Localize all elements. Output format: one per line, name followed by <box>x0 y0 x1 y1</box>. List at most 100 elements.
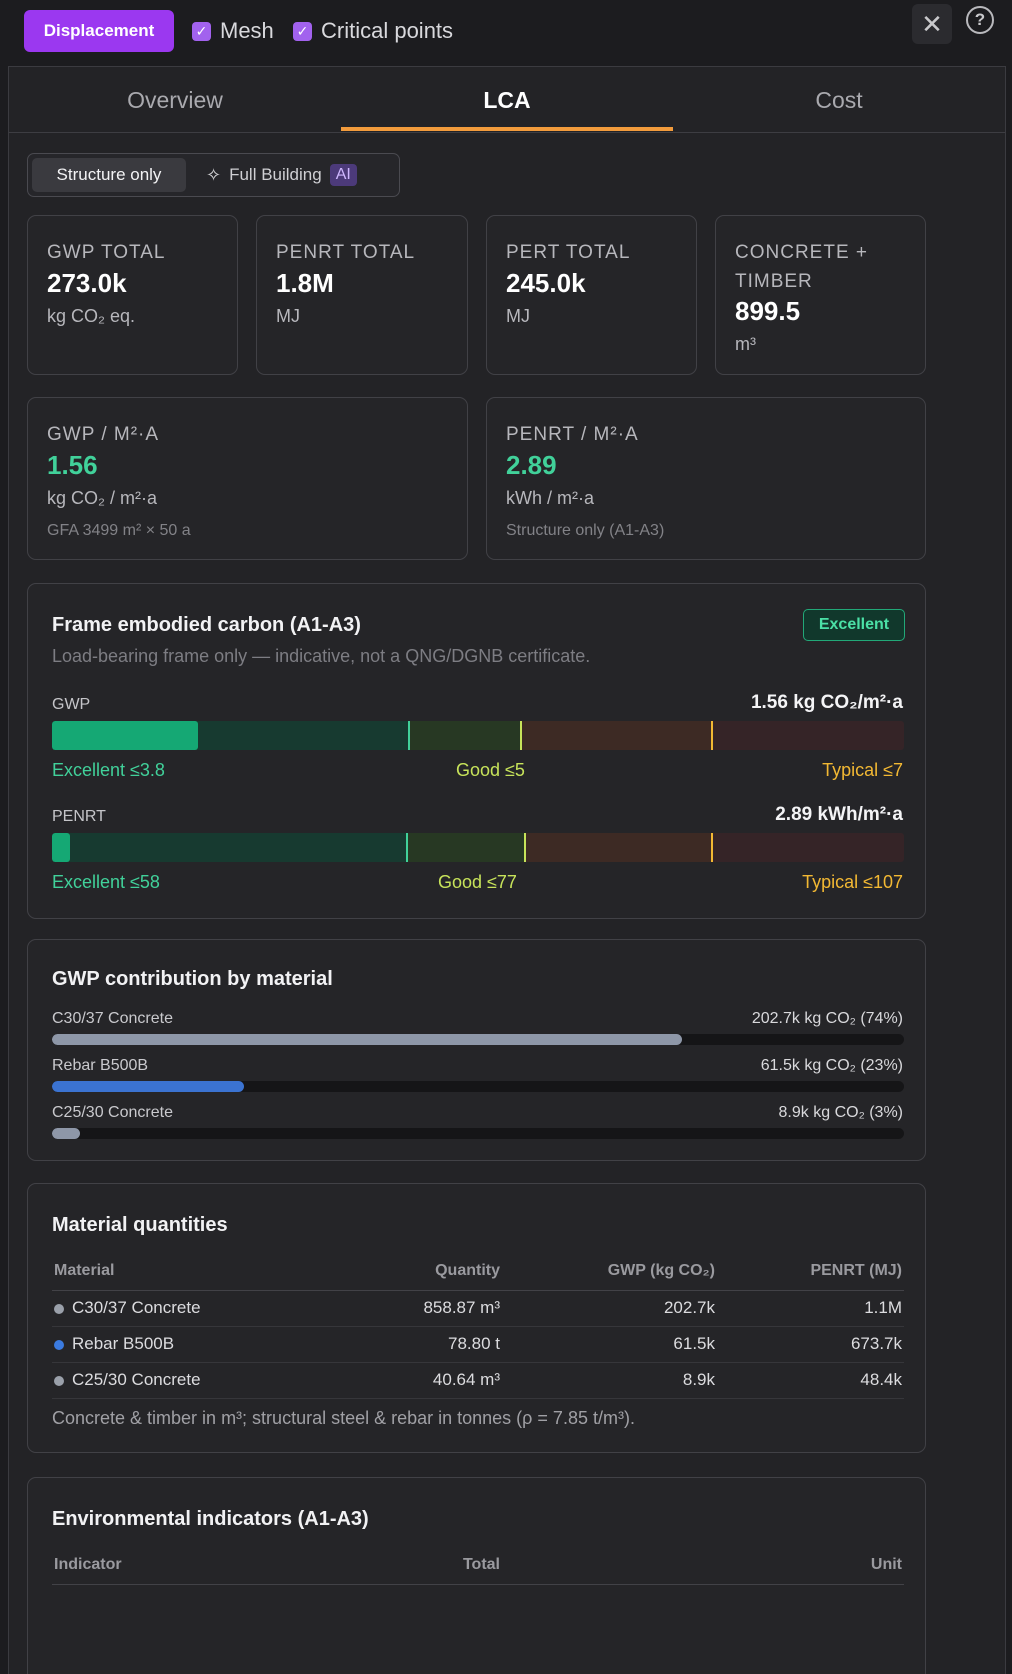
excellent-zone <box>52 833 408 862</box>
material-bar-fill <box>52 1034 683 1045</box>
penrt-bar-value: 2.89 kWh/m²·a <box>775 804 903 825</box>
tab-bar: Overview LCA Cost <box>9 67 1005 133</box>
good-threshold-label: Good ≤77 <box>438 872 517 892</box>
material-quantities-table: Material Quantity GWP (kg CO₂) PENRT (MJ… <box>52 1252 904 1399</box>
intensity-note: Structure only (A1-A3) <box>506 522 665 539</box>
kpi-label: PENRT TOTAL <box>276 242 416 263</box>
intensity-card-gwp: GWP / M²·A 1.56 kg CO₂ / m²·a GFA 3499 m… <box>27 397 468 560</box>
penrt-cell: 48.4k <box>717 1362 904 1399</box>
table-row: Rebar B500B 78.80 t 61.5k 673.7k <box>52 1326 904 1363</box>
tab-lca[interactable]: LCA <box>341 67 673 133</box>
full-building-option[interactable]: ✧ Full Building AI <box>206 158 357 192</box>
intensity-label: PENRT / M²·A <box>506 424 639 445</box>
material-cell: C25/30 Concrete <box>52 1362 352 1399</box>
top-toolbar: Displacement ✓ Mesh ✓ Critical points ✕ … <box>0 0 1012 66</box>
frame-carbon-card: Frame embodied carbon (A1-A3) Excellent … <box>27 583 926 919</box>
close-icon[interactable]: ✕ <box>912 4 952 44</box>
checkmark-icon: ✓ <box>192 21 211 41</box>
kpi-card-pert-total: PERT TOTAL 245.0k MJ <box>486 215 697 375</box>
excellent-threshold-tick <box>406 833 409 862</box>
material-bar <box>52 1081 904 1092</box>
structure-only-option[interactable]: Structure only <box>32 158 186 192</box>
environmental-indicators-title: Environmental indicators (A1-A3) <box>52 1508 369 1530</box>
excellent-threshold-label: Excellent ≤3.8 <box>52 760 165 780</box>
good-zone <box>407 833 525 862</box>
table-row: C30/37 Concrete 858.87 m³ 202.7k 1.1M <box>52 1290 904 1327</box>
material-quantities-title: Material quantities <box>52 1214 228 1236</box>
quantity-cell: 40.64 m³ <box>352 1362 502 1399</box>
material-name: C30/37 Concrete <box>72 1298 201 1317</box>
table-header-row: Material Quantity GWP (kg CO₂) PENRT (MJ… <box>52 1252 904 1291</box>
penrt-value-fill <box>52 833 70 862</box>
column-header: Quantity <box>352 1252 502 1291</box>
material-color-dot <box>54 1339 64 1350</box>
material-color-dot <box>54 1375 64 1386</box>
typical-threshold-label: Typical ≤107 <box>802 872 903 892</box>
material-quantities-card: Material quantities Material Quantity GW… <box>27 1183 926 1453</box>
penrt-cell: 673.7k <box>717 1326 904 1363</box>
tab-cost[interactable]: Cost <box>673 67 1005 133</box>
sparkle-icon: ✧ <box>206 164 222 185</box>
gwp-bar-label: GWP <box>52 696 91 713</box>
kpi-unit: MJ <box>276 306 300 326</box>
kpi-card-concrete-timber: CONCRETE + TIMBER 899.5 m³ <box>715 215 926 375</box>
intensity-note: GFA 3499 m² × 50 a <box>47 522 191 539</box>
penrt-benchmark-bar <box>52 833 904 862</box>
intensity-value: 2.89 <box>506 450 557 480</box>
material-bar-fill <box>52 1128 81 1139</box>
gwp-bar-value: 1.56 kg CO₂/m²·a <box>750 692 903 713</box>
kpi-label: CONCRETE + TIMBER <box>735 242 868 292</box>
critical-points-label: Critical points <box>321 18 454 43</box>
gwp-cell: 202.7k <box>502 1290 717 1327</box>
material-value: 8.9k kg CO₂ (3%) <box>778 1104 903 1121</box>
critical-points-checkbox[interactable]: ✓ Critical points <box>293 16 453 46</box>
full-building-label: Full Building <box>229 165 322 184</box>
material-label: C30/37 Concrete <box>52 1010 173 1027</box>
good-threshold-tick <box>520 721 523 750</box>
good-zone <box>408 721 522 750</box>
kpi-label: GWP TOTAL <box>47 242 166 263</box>
frame-carbon-title: Frame embodied carbon (A1-A3) <box>52 614 361 636</box>
intensity-unit: kWh / m²·a <box>506 488 594 508</box>
material-bar-fill <box>52 1081 244 1092</box>
lca-panel: Overview LCA Cost Structure only ✧ Full … <box>8 66 1006 1674</box>
kpi-unit: kg CO₂ eq. <box>47 306 136 326</box>
help-icon[interactable]: ? <box>966 6 994 34</box>
gwp-cell: 61.5k <box>502 1326 717 1363</box>
displacement-button[interactable]: Displacement <box>24 10 174 52</box>
typical-threshold-tick <box>711 721 714 750</box>
intensity-unit: kg CO₂ / m²·a <box>47 488 157 508</box>
above-typical-zone <box>712 833 904 862</box>
material-value: 202.7k kg CO₂ (74%) <box>751 1010 903 1027</box>
good-threshold-label: Good ≤5 <box>456 760 525 780</box>
tab-overview[interactable]: Overview <box>9 67 341 133</box>
material-bar <box>52 1034 904 1045</box>
active-tab-indicator <box>341 127 673 131</box>
kpi-value: 1.8M <box>276 268 334 298</box>
mesh-checkbox[interactable]: ✓ Mesh <box>192 16 274 46</box>
quantity-cell: 78.80 t <box>352 1326 502 1363</box>
gwp-contribution-card: GWP contribution by material C30/37 Conc… <box>27 939 926 1161</box>
ai-badge: AI <box>329 164 357 186</box>
material-bar <box>52 1128 904 1139</box>
material-value: 61.5k kg CO₂ (23%) <box>760 1057 903 1074</box>
column-header: Unit <box>502 1546 904 1585</box>
units-note: Concrete & timber in m³; structural stee… <box>52 1408 635 1428</box>
column-header: GWP (kg CO₂) <box>502 1252 717 1291</box>
kpi-value: 273.0k <box>47 268 127 298</box>
gwp-value-fill <box>52 721 198 750</box>
material-cell: C30/37 Concrete <box>52 1290 352 1327</box>
kpi-value: 245.0k <box>506 268 586 298</box>
intensity-label: GWP / M²·A <box>47 424 160 445</box>
table-header-row: Indicator Total Unit <box>52 1546 904 1585</box>
gwp-contribution-title: GWP contribution by material <box>52 968 333 990</box>
gwp-cell: 8.9k <box>502 1362 717 1399</box>
typical-zone <box>524 833 713 862</box>
kpi-label: PERT TOTAL <box>506 242 631 263</box>
checkmark-icon: ✓ <box>293 21 312 41</box>
mesh-label: Mesh <box>220 18 274 43</box>
material-name: Rebar B500B <box>72 1334 175 1353</box>
column-header: Material <box>52 1252 352 1291</box>
material-cell: Rebar B500B <box>52 1326 352 1363</box>
gwp-benchmark-bar <box>52 721 904 750</box>
